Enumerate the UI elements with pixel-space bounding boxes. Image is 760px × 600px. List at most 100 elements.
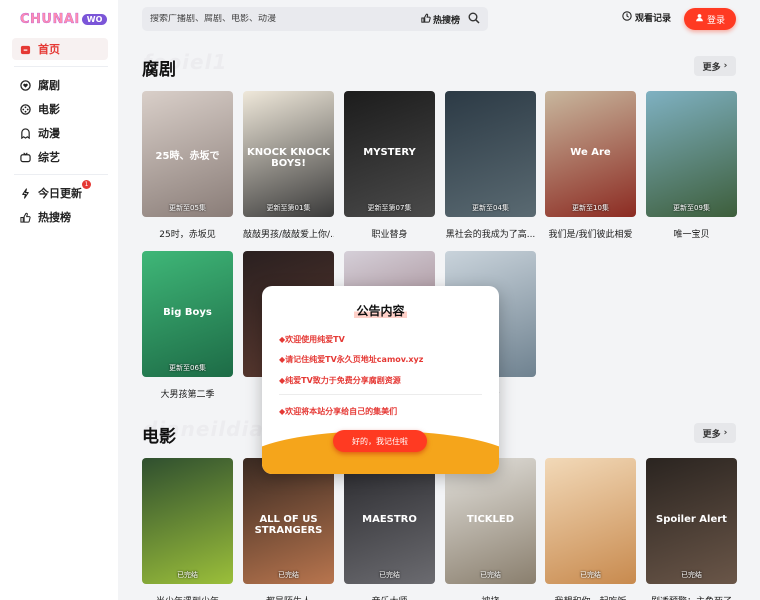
episode-badge: 已完结 <box>278 571 299 579</box>
card-title[interactable]: 被挠 <box>445 594 536 600</box>
login-label: 登录 <box>706 15 725 26</box>
poster-image[interactable]: 更新至09集 <box>646 91 737 217</box>
card-title[interactable]: 当少年遇到少年 <box>142 594 233 600</box>
sidebar-item-today-update[interactable]: 今日更新 <box>12 182 108 204</box>
episode-badge: 已完结 <box>580 571 601 579</box>
announcement-modal: 公告内容 ◆欢迎使用纯爱TV ◆请记住纯爱TV永久页地址camov.xyz ◆纯… <box>262 286 499 474</box>
section-title-drama: 腐剧 <box>142 60 176 80</box>
notice-line: ◆纯爱TV致力于免费分享腐剧资源 <box>279 376 401 385</box>
logo-badge: WO <box>81 14 108 25</box>
episode-badge: 更新至09集 <box>673 204 710 212</box>
user-icon <box>695 13 704 25</box>
poster-image[interactable]: Spoiler Alert 已完结 <box>646 458 737 584</box>
poster-title-art: TICKLED <box>466 514 515 525</box>
poster-image[interactable]: 25時、赤坂で 更新至05集 <box>142 91 233 217</box>
home-icon <box>19 43 31 55</box>
trending-icon <box>19 211 31 223</box>
sidebar-item-label: 今日更新 <box>38 187 82 200</box>
poster-title-art: Spoiler Alert <box>656 514 727 525</box>
watch-history-button[interactable]: 观看记录 <box>622 11 671 24</box>
poster-image[interactable]: MYSTERY 更新至第07集 <box>344 91 435 217</box>
site-logo[interactable]: CHUNAI WO <box>20 12 108 27</box>
tv-icon <box>19 151 31 163</box>
login-button[interactable]: 登录 <box>684 8 736 30</box>
episode-badge: 已完结 <box>480 571 501 579</box>
card-title[interactable]: 音乐大师 <box>344 594 435 600</box>
chevron-right-icon: › <box>723 428 728 438</box>
media-card[interactable]: TICKLED 已完结被挠 <box>445 458 536 600</box>
poster-image[interactable]: We Are 更新至10集 <box>545 91 636 217</box>
poster-image[interactable]: 已完结 <box>545 458 636 584</box>
sidebar-item-movie[interactable]: 电影 <box>12 98 108 120</box>
search-bar: 热搜榜 <box>142 7 488 31</box>
episode-badge: 已完结 <box>177 571 198 579</box>
hot-search-label: 热搜榜 <box>432 15 460 26</box>
sidebar-item-home[interactable]: 首页 <box>12 38 108 60</box>
update-count-badge: 1 <box>82 180 91 189</box>
sidebar-item-anime[interactable]: 动漫 <box>12 122 108 144</box>
media-card[interactable]: Big Boys 更新至06集大男孩第二季 <box>142 251 233 400</box>
card-title[interactable]: 都是陌生人 <box>243 594 334 600</box>
episode-badge: 已完结 <box>681 571 702 579</box>
heart-circle-icon <box>19 79 31 91</box>
card-title[interactable]: 25时，赤坂见 <box>142 227 233 240</box>
trending-icon <box>421 13 431 26</box>
divider <box>14 66 108 67</box>
poster-title-art: Big Boys <box>163 307 212 318</box>
poster-title-art: ALL OF US STRANGERS <box>254 514 323 536</box>
sidebar-item-hot[interactable]: 热搜榜 <box>12 206 108 228</box>
card-title[interactable]: 大男孩第二季 <box>142 387 233 400</box>
poster-title-art: MYSTERY <box>363 147 416 158</box>
poster-image[interactable]: Big Boys 更新至06集 <box>142 251 233 377</box>
card-title[interactable]: 职业替身 <box>344 227 435 240</box>
more-button-movie[interactable]: 更多 › <box>694 423 736 443</box>
media-card[interactable]: MYSTERY 更新至第07集职业替身 <box>344 91 435 240</box>
media-card[interactable]: KNOCK KNOCK BOYS! 更新至第01集敲敲男孩/敲敲爱上你/... <box>243 91 334 240</box>
more-label: 更多 <box>702 429 721 440</box>
poster-title-art: KNOCK KNOCK BOYS! <box>247 147 330 169</box>
sidebar-item-label: 电影 <box>38 103 60 116</box>
card-title[interactable]: 剧透预警：主角死了 <box>646 594 737 600</box>
card-title[interactable]: 唯一宝贝 <box>646 227 737 240</box>
episode-badge: 更新至10集 <box>572 204 609 212</box>
more-button-drama[interactable]: 更多 › <box>694 56 736 76</box>
logo-text: CHUNAI <box>20 12 80 27</box>
card-title[interactable]: 敲敲男孩/敲敲爱上你/... <box>243 227 334 240</box>
poster-image[interactable]: 更新至04集 <box>445 91 536 217</box>
search-icon[interactable] <box>468 12 480 27</box>
divider <box>279 394 482 395</box>
media-card[interactable]: Spoiler Alert 已完结剧透预警：主角死了 <box>646 458 737 600</box>
card-title[interactable]: 我想和你一起吃饭 <box>545 594 636 600</box>
episode-badge: 已完结 <box>379 571 400 579</box>
poster-image[interactable]: KNOCK KNOCK BOYS! 更新至第01集 <box>243 91 334 217</box>
poster-image[interactable]: TICKLED 已完结 <box>445 458 536 584</box>
hot-search-button[interactable]: 热搜榜 <box>421 13 460 26</box>
media-card[interactable]: ALL OF US STRANGERS 已完结都是陌生人 <box>243 458 334 600</box>
poster-image[interactable]: MAESTRO 已完结 <box>344 458 435 584</box>
search-input[interactable] <box>150 14 421 24</box>
poster-image[interactable]: 已完结 <box>142 458 233 584</box>
media-card[interactable]: 更新至04集黑社会的我成为了高... <box>445 91 536 240</box>
sidebar-item-label: 综艺 <box>38 151 60 164</box>
sidebar-item-variety[interactable]: 综艺 <box>12 146 108 168</box>
confirm-button[interactable]: 好的，我记住啦 <box>333 430 427 452</box>
media-card[interactable]: 更新至09集唯一宝贝 <box>646 91 737 240</box>
watch-history-label: 观看记录 <box>635 14 672 24</box>
sidebar-item-label: 首页 <box>38 43 60 56</box>
card-title[interactable]: 黑社会的我成为了高... <box>445 227 536 240</box>
clock-icon <box>622 11 632 24</box>
episode-badge: 更新至06集 <box>169 364 206 372</box>
media-card[interactable]: 已完结我想和你一起吃饭 <box>545 458 636 600</box>
more-label: 更多 <box>702 62 721 73</box>
episode-badge: 更新至04集 <box>472 204 509 212</box>
sidebar-item-drama[interactable]: 腐剧 <box>12 74 108 96</box>
poster-title-art: MAESTRO <box>362 514 417 525</box>
media-card[interactable]: 25時、赤坂で 更新至05集 25时，赤坂见 <box>142 91 233 240</box>
episode-badge: 更新至05集 <box>169 204 206 212</box>
media-card[interactable]: 已完结当少年遇到少年 <box>142 458 233 600</box>
poster-image[interactable]: ALL OF US STRANGERS 已完结 <box>243 458 334 584</box>
notice-line: ◆欢迎使用纯爱TV <box>279 335 345 344</box>
media-card[interactable]: We Are 更新至10集我们是/我们彼此相爱 <box>545 91 636 240</box>
card-title[interactable]: 我们是/我们彼此相爱 <box>545 227 636 240</box>
media-card[interactable]: MAESTRO 已完结音乐大师 <box>344 458 435 600</box>
